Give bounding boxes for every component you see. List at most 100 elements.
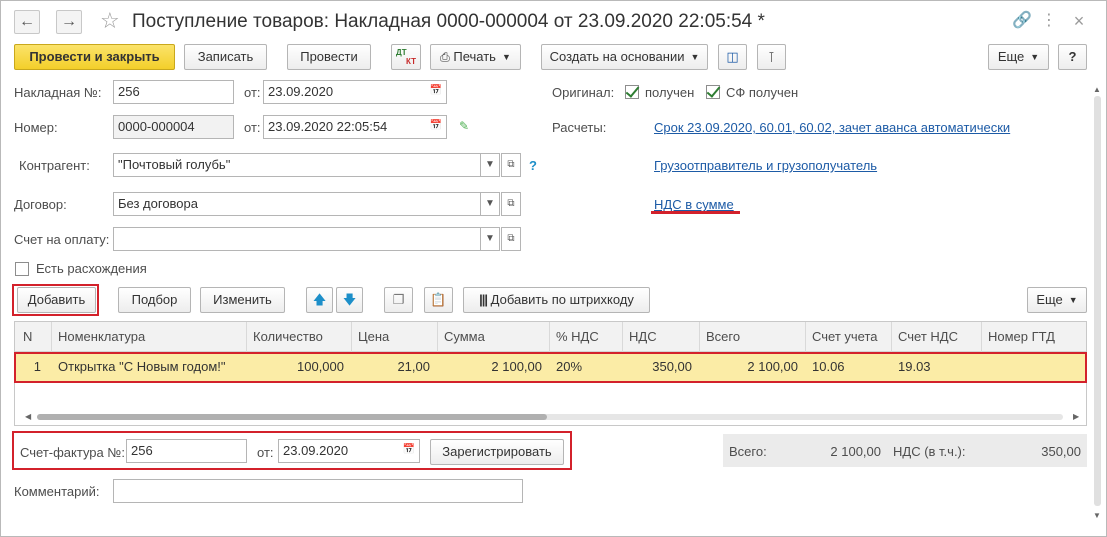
col-account[interactable]: Счет учета	[806, 322, 892, 352]
link-icon[interactable]: 🔗	[1012, 11, 1032, 31]
number-input[interactable]	[118, 116, 229, 138]
save-button[interactable]: Записать	[184, 44, 267, 70]
paste-icon: 📋	[430, 292, 447, 307]
dt-kt-button[interactable]: ДТ КТ	[391, 44, 421, 70]
col-sum[interactable]: Сумма	[438, 322, 550, 352]
payment-account-input[interactable]	[118, 228, 478, 250]
edit-row-button[interactable]: Изменить	[200, 287, 285, 313]
settlements-label: Расчеты:	[552, 120, 607, 135]
open-form-icon: ⧉	[507, 198, 515, 209]
contract-input[interactable]	[118, 193, 478, 215]
discrepancies-checkbox[interactable]	[15, 262, 29, 276]
help-mark[interactable]: ?	[529, 158, 537, 174]
col-price[interactable]: Цена	[352, 322, 438, 352]
open-form-icon: ⧉	[507, 233, 515, 244]
horizontal-scrollbar[interactable]: ◀ ▶	[21, 410, 1081, 422]
close-icon[interactable]: ×	[1069, 11, 1089, 31]
col-quantity[interactable]: Количество	[247, 322, 352, 352]
counterparty-input[interactable]	[118, 154, 478, 176]
print-button[interactable]: ⎙ Печать ▼	[430, 44, 521, 70]
move-up-button[interactable]: 🡅	[306, 287, 333, 313]
counterparty-field[interactable]: ▼	[113, 153, 500, 177]
scroll-right-icon[interactable]: ▶	[1073, 412, 1079, 421]
page-title: Поступление товаров: Накладная 0000-0000…	[132, 11, 765, 32]
open-contract-button[interactable]: ⧉	[501, 192, 521, 216]
structure-button[interactable]: ◫	[718, 44, 747, 70]
forward-button[interactable]: →	[56, 10, 82, 34]
pick-button[interactable]: Подбор	[118, 287, 191, 313]
vat-link-underline-highlight	[651, 211, 740, 214]
calendar-icon[interactable]: 📅	[426, 81, 446, 103]
number-date-input[interactable]	[268, 116, 418, 138]
add-button-highlight	[12, 284, 99, 316]
contract-field[interactable]: ▼	[113, 192, 500, 216]
col-total[interactable]: Всего	[700, 322, 806, 352]
comment-field[interactable]	[113, 479, 523, 503]
edit-number-icon[interactable]: ✎	[459, 119, 475, 133]
star-icon[interactable]: ☆	[100, 9, 120, 33]
original-received-label: получен	[645, 85, 695, 100]
col-vat[interactable]: НДС	[623, 322, 700, 352]
invoice-date-field[interactable]: 📅	[263, 80, 447, 104]
scroll-left-icon[interactable]: ◀	[25, 412, 31, 421]
paperclip-icon: ⊺	[767, 49, 776, 65]
create-based-on-button[interactable]: Создать на основании ▼	[541, 44, 708, 70]
col-vat-rate[interactable]: % НДС	[550, 322, 623, 352]
post-and-close-button[interactable]: Провести и закрыть	[14, 44, 175, 70]
vertical-scrollbar[interactable]	[1094, 96, 1101, 506]
paste-rows-button[interactable]: 📋	[424, 287, 453, 313]
copy-icon: ❐	[392, 292, 405, 307]
vat-included-value: 350,00	[1041, 444, 1081, 459]
copy-rows-button[interactable]: ❐	[384, 287, 413, 313]
shipper-consignee-link[interactable]: Грузоотправитель и грузополучатель	[654, 158, 877, 174]
payment-account-field[interactable]: ▼	[113, 227, 500, 251]
more-vertical-icon[interactable]: ⋮	[1039, 11, 1059, 31]
attach-button[interactable]: ⊺	[757, 44, 786, 70]
table-header: N Номенклатура Количество Цена Сумма % Н…	[15, 322, 1086, 352]
post-button[interactable]: Провести	[287, 44, 371, 70]
sf-received-label: СФ получен	[726, 85, 799, 100]
add-by-barcode-button[interactable]: ||| Добавить по штрихкоду	[463, 287, 650, 313]
scroll-down-icon[interactable]: ▼	[1093, 511, 1101, 520]
discrepancies-label: Есть расхождения	[36, 261, 147, 276]
scroll-up-icon[interactable]: ▲	[1093, 85, 1101, 94]
col-nomenclature[interactable]: Номенклатура	[52, 322, 247, 352]
settlements-link[interactable]: Срок 23.09.2020, 60.01, 60.02, зачет ава…	[654, 120, 1010, 136]
comment-input[interactable]	[118, 480, 518, 502]
back-button[interactable]: ←	[14, 10, 40, 34]
open-payment-account-button[interactable]: ⧉	[501, 227, 521, 251]
row-highlight	[14, 352, 1087, 383]
invoice-no-input[interactable]	[118, 81, 229, 103]
chevron-down-icon[interactable]: ▼	[480, 154, 499, 176]
number-date-field[interactable]: 📅	[263, 115, 447, 139]
open-counterparty-button[interactable]: ⧉	[501, 153, 521, 177]
table-more-button[interactable]: Еще ▼	[1027, 287, 1087, 313]
invoice-no-field[interactable]	[113, 80, 234, 104]
invoice-no-label: Накладная №:	[14, 85, 102, 100]
number-label: Номер:	[14, 120, 58, 135]
sf-received-checkbox[interactable]	[706, 85, 720, 99]
move-down-button[interactable]: 🡇	[336, 287, 363, 313]
calendar-icon[interactable]: 📅	[426, 116, 446, 138]
document-window: ← → ☆ Поступление товаров: Накладная 000…	[0, 0, 1107, 537]
invoice-date-input[interactable]	[268, 81, 418, 103]
number-date-from-label: от:	[244, 120, 261, 135]
chevron-down-icon[interactable]: ▼	[480, 193, 499, 215]
col-gtd-number[interactable]: Номер ГТД	[982, 322, 1086, 352]
total-label: Всего:	[729, 444, 767, 459]
arrow-left-icon: ←	[19, 13, 35, 30]
arrow-right-icon: →	[61, 13, 77, 30]
arrow-down-icon: 🡇	[342, 292, 357, 307]
more-button[interactable]: Еще ▼	[988, 44, 1049, 70]
col-vat-account[interactable]: Счет НДС	[892, 322, 982, 352]
col-n[interactable]: N	[15, 322, 52, 352]
number-field[interactable]	[113, 115, 234, 139]
help-button[interactable]: ?	[1058, 44, 1087, 70]
chevron-down-icon[interactable]: ▼	[480, 228, 499, 250]
scroll-thumb[interactable]	[37, 414, 547, 420]
structure-icon: ◫	[726, 49, 739, 64]
chevron-down-icon: ▼	[1068, 295, 1078, 305]
printer-icon: ⎙	[440, 50, 450, 64]
original-received-checkbox[interactable]	[625, 85, 639, 99]
dt-kt-icon: ДТ КТ	[396, 48, 416, 66]
